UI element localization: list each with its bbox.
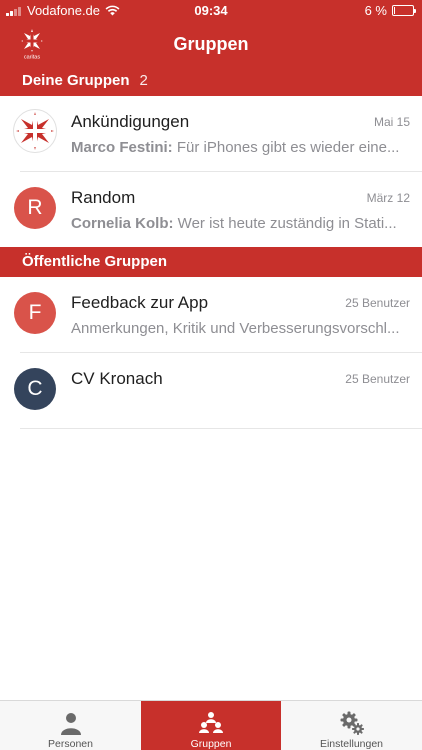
tab-settings[interactable]: Einstellungen (281, 701, 422, 750)
battery-icon (392, 5, 416, 16)
section-header-public-groups: Öffentliche Gruppen (0, 247, 422, 277)
last-message-preview: Marco Festini: Für iPhones gibt es wiede… (71, 139, 409, 156)
page-title: Gruppen (173, 34, 249, 54)
tab-bar: Personen Gruppen Einstellungen (0, 700, 422, 750)
group-title: Ankündigungen (71, 112, 190, 131)
group-description: Anmerkungen, Kritik und Verbesserungsvor… (71, 320, 400, 337)
tab-label: Einstellungen (319, 738, 384, 750)
group-avatar: F (14, 292, 56, 334)
group-row-cv-kronach[interactable]: C CV Kronach 25 Benutzer (0, 353, 422, 429)
group-count: 2 (139, 72, 148, 89)
status-bar: Vodafone.de 09:34 6 % (0, 0, 422, 22)
group-row-announcements[interactable]: Ankündigungen Mai 15 Marco Festini: Für … (0, 96, 422, 172)
tab-label: Personen (48, 738, 93, 750)
group-avatar: R (14, 187, 56, 229)
nav-bar: caritas Gruppen (0, 22, 422, 66)
status-right: 6 % (364, 3, 416, 18)
group-avatar: C (14, 368, 56, 410)
message-author: Cornelia Kolb: (71, 215, 174, 232)
group-row-random[interactable]: R Random März 12 Cornelia Kolb: Wer ist … (0, 172, 422, 248)
message-text: Für iPhones gibt es wieder eine... (172, 139, 400, 156)
last-message-date: März 12 (366, 191, 410, 205)
section-title: Öffentliche Gruppen (22, 253, 168, 270)
row-divider (20, 428, 422, 429)
group-icon (199, 712, 223, 733)
gear-icon (340, 711, 364, 735)
group-title: Random (71, 188, 136, 207)
group-title: Feedback zur App (71, 293, 209, 312)
last-message-date: Mai 15 (373, 115, 410, 129)
group-title: CV Kronach (71, 369, 163, 388)
last-message-preview: Cornelia Kolb: Wer ist heute zuständig i… (71, 215, 409, 232)
tab-persons[interactable]: Personen (0, 701, 141, 750)
tab-groups[interactable]: Gruppen (141, 701, 281, 750)
person-icon (60, 713, 81, 735)
member-count: 25 Benutzer (345, 372, 410, 386)
section-title: Deine Gruppen (22, 72, 130, 89)
member-count: 25 Benutzer (345, 296, 410, 310)
section-header-my-groups: Deine Gruppen 2 (0, 66, 422, 96)
group-row-feedback[interactable]: F Feedback zur App 25 Benutzer Anmerkung… (0, 277, 422, 353)
status-time: 09:34 (194, 3, 228, 18)
tab-label: Gruppen (190, 738, 232, 750)
battery-percent: 6 % (364, 3, 387, 18)
message-text: Wer ist heute zuständig in Stati... (173, 215, 397, 232)
announcements-avatar (13, 109, 57, 153)
message-author: Marco Festini: (71, 139, 173, 156)
logo-text: caritas (24, 55, 40, 61)
